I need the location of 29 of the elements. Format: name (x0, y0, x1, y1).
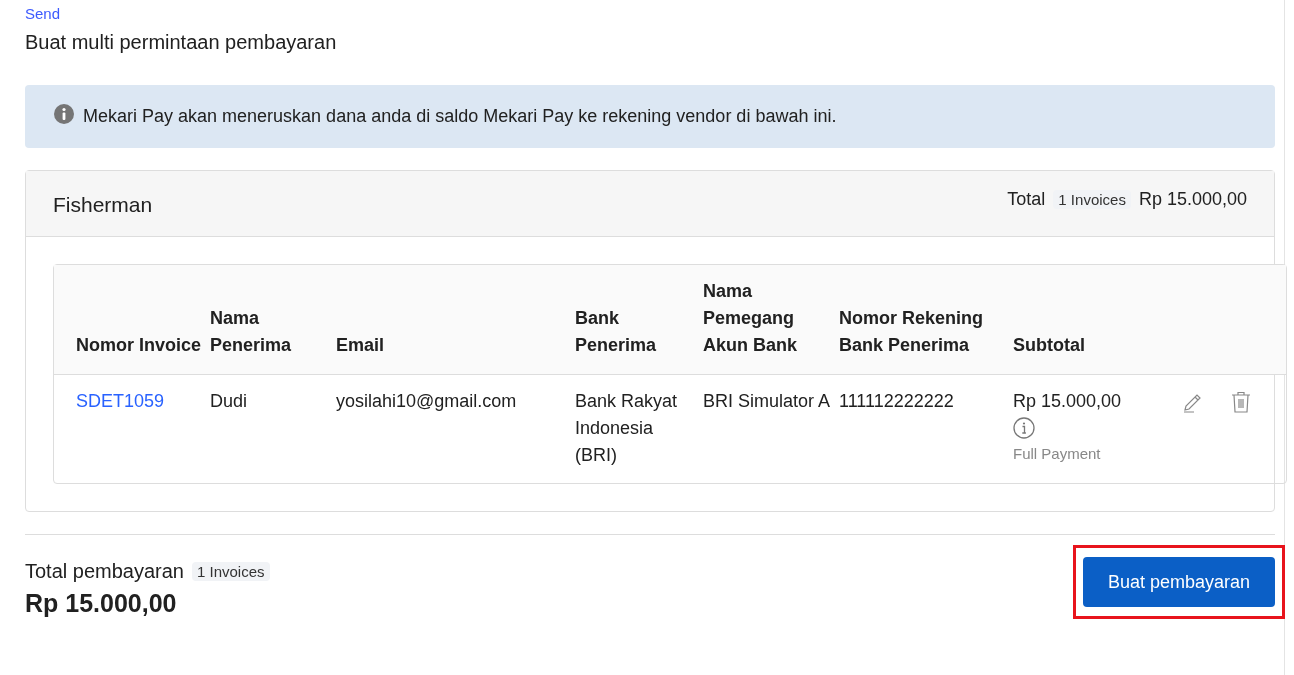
column-header: Subtotal (1013, 334, 1086, 357)
column-header: Nama Pemegang Akun Bank (703, 280, 799, 357)
delete-icon[interactable] (1229, 390, 1253, 414)
total-payment-label: Total pembayaran (25, 560, 184, 583)
table-cell-text: yosilahi10@gmail.com (336, 390, 518, 413)
column-header: Nomor Rekening Bank Penerima (839, 307, 985, 357)
column-header: Nomor Invoice (76, 334, 203, 357)
table-cell-text: Bank Rakyat Indonesia (BRI) (575, 390, 679, 467)
table-cell-text: 111112222222 (839, 390, 955, 413)
invoice-count-badge: 1 Invoices (192, 562, 270, 581)
total-payment-amount: Rp 15.000,00 (25, 589, 178, 618)
vendor-name: Fisherman (53, 191, 153, 217)
column-header: Email (336, 334, 386, 357)
column-header: Bank Penerima (575, 307, 658, 357)
info-message: Mekari Pay akan meneruskan dana anda di saldo Mekari Pay ke rekening vendor di bawah ini. (83, 106, 837, 127)
total-label: Total (1007, 189, 1046, 210)
subtotal-amount: Rp 15.000,00 (1013, 390, 1122, 413)
info-icon[interactable] (1013, 417, 1035, 439)
create-payment-button[interactable]: Buat pembayaran (1083, 557, 1275, 607)
invoice-link[interactable]: SDET1059 (76, 388, 210, 415)
total-amount: Rp 15.000,00 (1138, 189, 1247, 210)
info-icon (54, 103, 74, 124)
column-header: Nama Penerima (210, 307, 293, 357)
table-cell-text: BRI Simulator A (703, 390, 832, 413)
breadcrumb-link[interactable]: Send (25, 5, 1275, 23)
table-cell-text: Dudi (210, 390, 249, 413)
payment-type: Full Payment (1013, 444, 1101, 464)
invoice-count-badge: 1 Invoices (1053, 190, 1131, 209)
page-title: Buat multi permintaan pembayaran (25, 30, 338, 54)
